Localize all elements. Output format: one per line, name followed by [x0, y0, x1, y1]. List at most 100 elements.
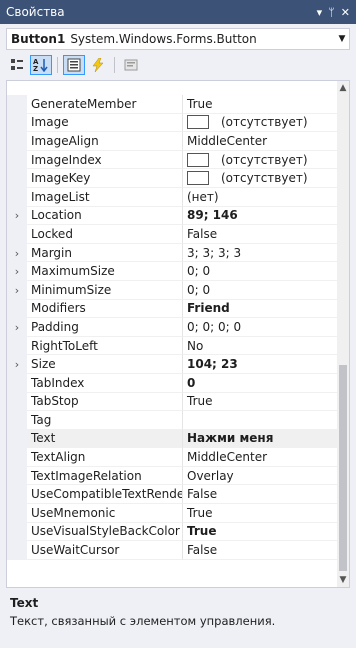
property-row[interactable]: › Padding 0; 0; 0; 0	[7, 318, 337, 337]
property-row[interactable]: RightToLeft No	[7, 336, 337, 356]
property-row[interactable]: Image (отсутствует)	[7, 113, 337, 133]
property-value[interactable]: (отсутствует)	[183, 169, 337, 188]
property-name[interactable]: Locked	[27, 225, 183, 244]
property-value[interactable]: (отсутствует)	[183, 151, 337, 170]
property-name[interactable]: Size	[27, 355, 183, 374]
property-name[interactable]: UseVisualStyleBackColor	[27, 522, 183, 542]
property-row[interactable]: UseMnemonic True	[7, 504, 337, 523]
property-row[interactable]: UseVisualStyleBackColor True	[7, 522, 337, 542]
property-value[interactable]: 3; 3; 3; 3	[183, 244, 337, 263]
property-name[interactable]: MinimumSize	[27, 280, 183, 300]
chevron-down-icon[interactable]: ▼	[335, 34, 349, 44]
property-name[interactable]: UseMnemonic	[27, 504, 183, 523]
property-name[interactable]: UseWaitCursor	[27, 541, 183, 560]
property-name[interactable]: ImageKey	[27, 169, 183, 188]
property-row[interactable]: UseWaitCursor False	[7, 541, 337, 560]
property-value[interactable]: False	[183, 485, 337, 505]
property-value[interactable]: True	[183, 95, 337, 114]
description-text: Текст, связанный с элементом управления.	[10, 614, 276, 628]
property-name[interactable]: ImageList	[27, 187, 183, 207]
object-selector[interactable]: Button1 System.Windows.Forms.Button ▼	[6, 28, 350, 50]
alphabetical-icon[interactable]: AZ	[30, 55, 52, 75]
property-value[interactable]: True	[183, 523, 337, 542]
dropdown-icon[interactable]: ▾	[317, 6, 323, 19]
property-value[interactable]: Нажми меня	[183, 429, 337, 449]
row-gutter	[7, 485, 27, 505]
property-value-text: No	[187, 338, 204, 353]
close-icon[interactable]: ✕	[341, 6, 350, 19]
property-value[interactable]: MiddleCenter	[183, 132, 337, 151]
property-name[interactable]: TextImageRelation	[27, 466, 183, 486]
property-row[interactable]: TabIndex 0	[7, 373, 337, 393]
property-value[interactable]: No	[183, 337, 337, 356]
property-row[interactable]: UseCompatibleTextRende False	[7, 485, 337, 505]
property-name[interactable]: Tag	[27, 411, 183, 430]
property-value[interactable]: (нет)	[183, 188, 337, 207]
property-row[interactable]: ImageList (нет)	[7, 187, 337, 207]
property-row[interactable]: Text Нажми меня	[7, 429, 337, 449]
property-row[interactable]: Locked False	[7, 225, 337, 244]
property-name[interactable]: UseCompatibleTextRende	[27, 485, 183, 505]
property-row[interactable]: ImageIndex (отсутствует)	[7, 150, 337, 170]
property-name[interactable]: Location	[27, 206, 183, 226]
property-name[interactable]: TabStop	[27, 392, 183, 412]
property-value[interactable]: Overlay	[183, 467, 337, 486]
property-grid[interactable]: GenerateMember True Image (отсутствует) Imag…	[6, 80, 350, 588]
property-row[interactable]: › Size 104; 23	[7, 355, 337, 374]
expand-chevron-icon[interactable]: ›	[7, 206, 27, 226]
property-pages-icon[interactable]	[120, 55, 142, 75]
property-name[interactable]: Modifiers	[27, 299, 183, 319]
property-row[interactable]: › Margin 3; 3; 3; 3	[7, 243, 337, 263]
scroll-up-icon[interactable]: ▲	[337, 81, 349, 95]
expand-chevron-icon[interactable]: ›	[7, 318, 27, 337]
property-value[interactable]: 0; 0	[183, 262, 337, 281]
property-name[interactable]: GenerateMember	[27, 95, 183, 114]
property-value[interactable]: 0; 0	[183, 281, 337, 300]
property-name[interactable]: Image	[27, 113, 183, 133]
categorized-icon[interactable]	[6, 55, 28, 75]
property-row[interactable]: › MaximumSize 0; 0	[7, 262, 337, 281]
property-value[interactable]: False	[183, 225, 337, 244]
property-value[interactable]	[183, 411, 337, 430]
property-name[interactable]: ImageAlign	[27, 132, 183, 151]
vertical-scrollbar[interactable]: ▲ ▼	[337, 81, 349, 587]
property-name[interactable]: Text	[27, 429, 183, 449]
property-row[interactable]: TextAlign MiddleCenter	[7, 448, 337, 467]
property-value[interactable]: True	[183, 393, 337, 412]
property-name[interactable]: Padding	[27, 318, 183, 337]
property-value[interactable]: 0; 0; 0; 0	[183, 318, 337, 337]
property-row[interactable]: › MinimumSize 0; 0	[7, 280, 337, 300]
property-row[interactable]: Modifiers Friend	[7, 299, 337, 319]
expand-chevron-icon[interactable]: ›	[7, 243, 27, 263]
property-name[interactable]: RightToLeft	[27, 336, 183, 356]
property-value[interactable]: 0	[183, 374, 337, 393]
property-name[interactable]: TextAlign	[27, 448, 183, 467]
scroll-thumb[interactable]	[339, 365, 347, 571]
property-value[interactable]: MiddleCenter	[183, 448, 337, 467]
property-row[interactable]: Tag	[7, 411, 337, 430]
property-value[interactable]: Friend	[183, 300, 337, 319]
property-row[interactable]: › Location 89; 146	[7, 206, 337, 226]
property-name[interactable]: TabIndex	[27, 373, 183, 393]
property-value[interactable]: False	[183, 541, 337, 560]
property-row[interactable]: TabStop True	[7, 392, 337, 412]
property-name[interactable]: ImageIndex	[27, 150, 183, 170]
property-row[interactable]: ImageKey (отсутствует)	[7, 169, 337, 188]
property-name[interactable]: Margin	[27, 243, 183, 263]
events-icon[interactable]	[87, 55, 109, 75]
property-value[interactable]: True	[183, 504, 337, 523]
row-gutter	[7, 169, 27, 188]
property-value[interactable]: (отсутствует)	[183, 114, 337, 133]
property-name[interactable]: MaximumSize	[27, 262, 183, 281]
scroll-down-icon[interactable]: ▼	[337, 573, 349, 587]
property-row[interactable]: ImageAlign MiddleCenter	[7, 132, 337, 151]
property-row[interactable]: TextImageRelation Overlay	[7, 466, 337, 486]
properties-icon[interactable]	[63, 55, 85, 75]
pin-icon[interactable]: ᛘ	[328, 6, 335, 19]
expand-chevron-icon[interactable]: ›	[7, 280, 27, 300]
expand-chevron-icon[interactable]: ›	[7, 355, 27, 374]
property-value[interactable]: 104; 23	[183, 355, 337, 374]
property-row[interactable]: GenerateMember True	[7, 95, 337, 114]
property-value[interactable]: 89; 146	[183, 207, 337, 226]
expand-chevron-icon[interactable]: ›	[7, 262, 27, 281]
